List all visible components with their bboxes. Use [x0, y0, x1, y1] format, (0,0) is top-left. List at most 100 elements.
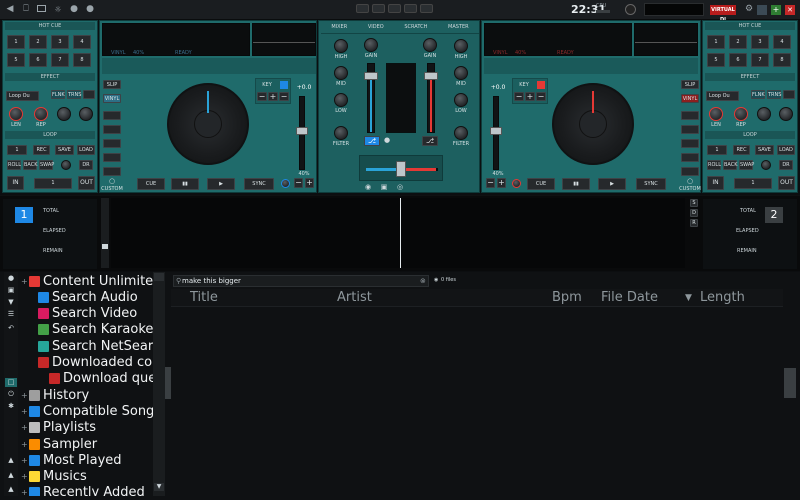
- sideview-icon-4[interactable]: ☰: [5, 310, 17, 319]
- effect-btn-a-right[interactable]: FLNK: [751, 90, 765, 99]
- hotcue-left-3[interactable]: 3: [51, 35, 69, 49]
- sdr-r-button[interactable]: R: [690, 219, 698, 227]
- pitch-fader-cap-left[interactable]: [296, 127, 308, 135]
- tree-item[interactable]: + Sampler: [21, 436, 97, 452]
- play-button-right[interactable]: ▶: [598, 178, 626, 190]
- star-icon[interactable]: ✱: [5, 402, 17, 411]
- browser-side-handle[interactable]: [784, 368, 796, 398]
- fx-knob-4-left[interactable]: [79, 107, 93, 121]
- tree-expand-icon[interactable]: +: [21, 472, 28, 481]
- sideview-icon-2[interactable]: ▣: [5, 286, 17, 295]
- pad-left-4[interactable]: [103, 153, 121, 162]
- tree-expand-icon[interactable]: +: [21, 407, 28, 416]
- vinyl-button-right[interactable]: VINYL: [681, 94, 699, 103]
- effect-select-right[interactable]: Loop Ou: [706, 91, 739, 101]
- key-plus-right[interactable]: +: [525, 92, 535, 101]
- hotcue-left-7[interactable]: 7: [51, 53, 69, 67]
- loop-dr-right[interactable]: DR: [779, 160, 793, 170]
- jog-wheel-right[interactable]: [552, 83, 634, 165]
- volume-fader-right[interactable]: [424, 63, 438, 133]
- tree-expand-icon[interactable]: +: [21, 391, 28, 400]
- tree-expand-icon[interactable]: +: [21, 488, 28, 496]
- rep-knob-right[interactable]: [734, 107, 748, 121]
- gear-sync-icon[interactable]: ☼: [53, 5, 63, 14]
- key-lock-right[interactable]: [537, 81, 545, 89]
- zoom-slider-left[interactable]: [101, 198, 109, 268]
- loop-swap-right[interactable]: SWAP: [739, 160, 754, 170]
- deck-layout-selector[interactable]: [356, 4, 444, 15]
- sync-knob-left[interactable]: [281, 179, 290, 188]
- sideview-icon-1[interactable]: ●: [5, 274, 17, 283]
- effect-btn-c-left[interactable]: [83, 90, 95, 99]
- effect-select-left[interactable]: Loop Ou: [6, 91, 39, 101]
- gain-knob-left[interactable]: [364, 38, 378, 52]
- sideview-icon-7[interactable]: ▲: [5, 485, 17, 494]
- loop-in-left[interactable]: IN: [7, 176, 24, 190]
- hotcue-right-7[interactable]: 7: [751, 53, 769, 67]
- gain-knob-right[interactable]: [423, 38, 437, 52]
- tree-item[interactable]: Search Video: [38, 306, 137, 322]
- pitch-fader-left[interactable]: [296, 96, 308, 170]
- pad-left-1[interactable]: [103, 111, 121, 120]
- hotcue-right-8[interactable]: 8: [773, 53, 791, 67]
- loop-swap-left[interactable]: SWAP: [39, 160, 54, 170]
- volume-fader-cap-left[interactable]: [364, 72, 378, 80]
- hotcue-right-1[interactable]: 1: [707, 35, 725, 49]
- loop-save-right[interactable]: SAVE: [755, 145, 774, 155]
- tree-item[interactable]: + Musics: [21, 469, 87, 485]
- tempo-plus-right[interactable]: +: [497, 178, 506, 188]
- tree-item[interactable]: + History: [21, 387, 89, 403]
- loop-roll-right[interactable]: ROLL: [707, 160, 721, 170]
- sideview-icon-6[interactable]: ▲: [5, 471, 17, 480]
- microphone-icon[interactable]: ●: [85, 5, 95, 14]
- effect-btn-a-left[interactable]: FLNK: [51, 90, 65, 99]
- high-knob-left[interactable]: [334, 39, 348, 53]
- tab-master[interactable]: MASTER: [448, 22, 469, 32]
- key-minus-right[interactable]: −: [514, 92, 524, 101]
- tempo-plus-left[interactable]: +: [305, 178, 314, 188]
- pad-right-3[interactable]: [681, 139, 699, 148]
- tree-item[interactable]: Download que: [49, 371, 153, 387]
- tree-expand-icon[interactable]: +: [21, 440, 28, 449]
- app-menu-icon[interactable]: ◀: [5, 5, 15, 14]
- column-artist[interactable]: Artist: [337, 290, 372, 305]
- loop-roll-left[interactable]: ROLL: [7, 160, 21, 170]
- key-plus-left[interactable]: +: [268, 92, 278, 101]
- pad-right-1[interactable]: [681, 111, 699, 120]
- pause-button-left[interactable]: ▮▮: [171, 178, 199, 190]
- pitch-fader-right[interactable]: [490, 96, 502, 170]
- tree-expand-icon[interactable]: +: [21, 423, 28, 432]
- mixer-option-3-icon[interactable]: ◎: [395, 183, 405, 192]
- sync-button-right[interactable]: SYNC: [636, 178, 666, 190]
- loop-knob-left[interactable]: [61, 160, 71, 170]
- tree-item[interactable]: + Recently Added: [21, 485, 145, 496]
- volume-fader-cap-right[interactable]: [424, 72, 438, 80]
- effect-btn-b-right[interactable]: TRNS: [767, 90, 781, 99]
- vinyl-button-left[interactable]: VINYL: [103, 94, 121, 103]
- pad-right-5[interactable]: [681, 167, 699, 176]
- hotcue-left-1[interactable]: 1: [7, 35, 25, 49]
- volume-fader-left[interactable]: [364, 63, 378, 133]
- maximize-button[interactable]: +: [771, 5, 781, 15]
- power-icon[interactable]: ⏻: [5, 390, 17, 399]
- key-minus-left[interactable]: −: [257, 92, 267, 101]
- slip-button-left[interactable]: SLIP: [103, 80, 121, 89]
- loop-load-left[interactable]: LOAD: [77, 145, 95, 155]
- cue-button-left[interactable]: CUE: [137, 178, 165, 190]
- len-knob-left[interactable]: [9, 107, 23, 121]
- pad-right-4[interactable]: [681, 153, 699, 162]
- search-clear-icon[interactable]: ⊗: [420, 276, 426, 287]
- tree-item[interactable]: + Playlists: [21, 420, 96, 436]
- loop-dr-left[interactable]: DR: [79, 160, 93, 170]
- fx-knob-3-left[interactable]: [57, 107, 71, 121]
- sync-knob-right[interactable]: [512, 179, 521, 188]
- play-button-left[interactable]: ▶: [207, 178, 235, 190]
- column-bpm[interactable]: Bpm: [552, 290, 582, 305]
- filter-knob-left[interactable]: [334, 126, 348, 140]
- loop-rec-right[interactable]: REC: [733, 145, 750, 155]
- rep-knob-left[interactable]: [34, 107, 48, 121]
- hotcue-right-3[interactable]: 3: [751, 35, 769, 49]
- loop-knob-right[interactable]: [761, 160, 771, 170]
- hotcue-right-4[interactable]: 4: [773, 35, 791, 49]
- tree-item[interactable]: Search NetSearch: [38, 338, 153, 354]
